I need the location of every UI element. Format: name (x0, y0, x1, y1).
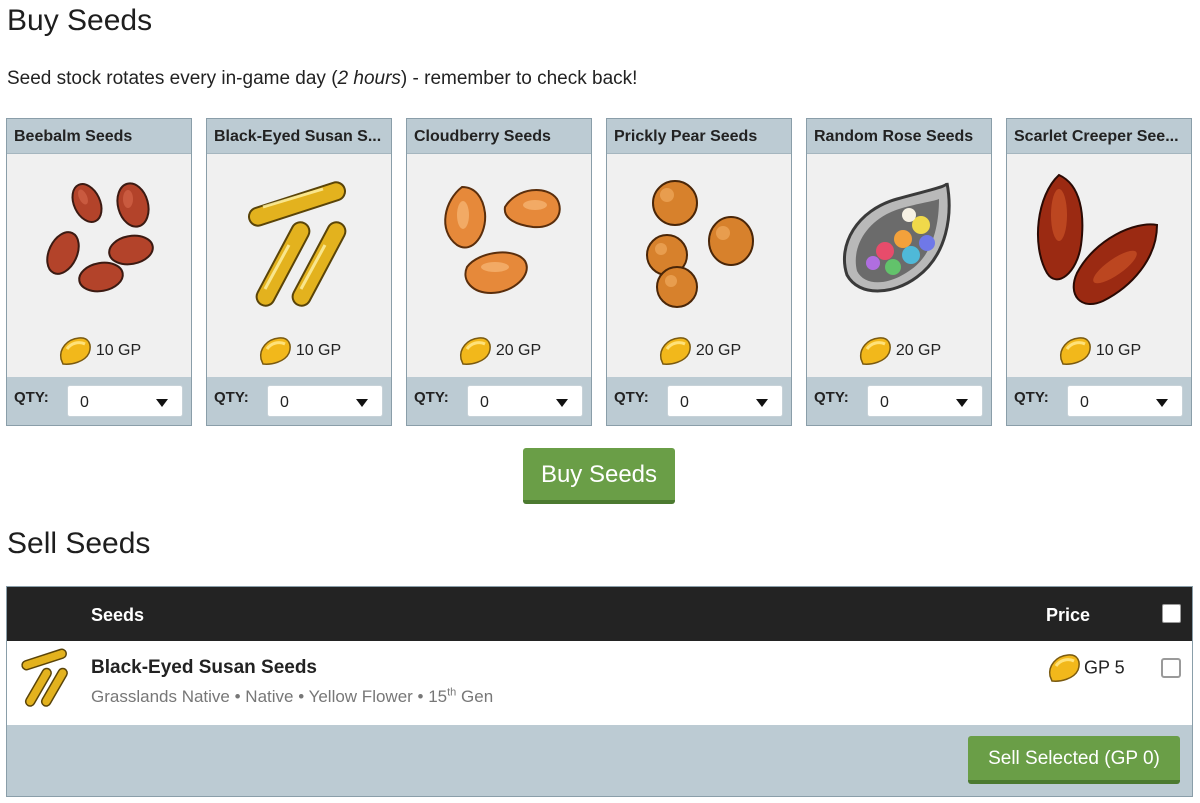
quantity-select-cloudberry[interactable]: 0 (467, 385, 583, 417)
seed-name: Black-Eyed Susan Seeds (91, 657, 317, 678)
seed-card-random-rose: Random Rose Seeds 20 GP QTY: 0 (806, 118, 992, 426)
dropdown-arrow-icon (956, 399, 968, 407)
quantity-select-prickly-pear[interactable]: 0 (667, 385, 783, 417)
gold-coin-icon (1048, 654, 1080, 682)
table-footer: Sell Selected (GP 0) (7, 725, 1192, 796)
seed-cards-row: Beebalm Seeds 10 GP QTY: 0 Black-Eyed Su… (6, 118, 1194, 426)
quantity-label: QTY: (214, 389, 249, 406)
gold-coin-icon (59, 337, 91, 365)
seed-card-price: 10 GP (207, 335, 391, 377)
seed-card-price: 10 GP (7, 335, 191, 377)
dropdown-arrow-icon (156, 399, 168, 407)
buy-seeds-button[interactable]: Buy Seeds (523, 448, 675, 504)
black-eyed-susan-seeds-icon (207, 155, 391, 335)
cloudberry-seeds-icon (407, 155, 591, 335)
gold-coin-icon (1059, 337, 1091, 365)
seed-card-black-eyed-susan: Black-Eyed Susan S... 10 GP QTY: 0 (206, 118, 392, 426)
black-eyed-susan-seeds-icon (15, 645, 75, 716)
seed-card-cloudberry: Cloudberry Seeds 20 GP QTY: 0 (406, 118, 592, 426)
quantity-row: QTY: 0 (207, 377, 391, 425)
quantity-label: QTY: (614, 389, 649, 406)
seed-card-price: 10 GP (1007, 335, 1191, 377)
seed-sell-price: GP 5 (1046, 651, 1125, 685)
seed-card-scarlet-creeper: Scarlet Creeper See... 10 GP QTY: 0 (1006, 118, 1192, 426)
dropdown-arrow-icon (356, 399, 368, 407)
dropdown-arrow-icon (1156, 399, 1168, 407)
gold-coin-icon (659, 337, 691, 365)
seed-card-title: Cloudberry Seeds (407, 119, 591, 154)
seed-card-title: Black-Eyed Susan S... (207, 119, 391, 154)
seed-card-price: 20 GP (807, 335, 991, 377)
sell-seeds-table: Seeds Price Black-Eyed Susan Seeds Grass… (6, 586, 1193, 797)
seed-details: Grasslands Native • Native • Yellow Flow… (91, 686, 494, 706)
table-header: Seeds Price (7, 587, 1192, 641)
quantity-row: QTY: 0 (407, 377, 591, 425)
sell-selected-button[interactable]: Sell Selected (GP 0) (968, 736, 1180, 784)
table-row: Black-Eyed Susan Seeds Grasslands Native… (7, 641, 1192, 725)
seed-card-title: Random Rose Seeds (807, 119, 991, 154)
rotation-duration: 2 hours (337, 68, 401, 89)
random-rose-seeds-icon (807, 155, 991, 335)
scarlet-creeper-seeds-icon (1007, 155, 1191, 335)
seed-card-prickly-pear: Prickly Pear Seeds 20 GP QTY: 0 (606, 118, 792, 426)
buy-seeds-heading: Buy Seeds (7, 4, 153, 37)
quantity-label: QTY: (1014, 389, 1049, 406)
gold-coin-icon (859, 337, 891, 365)
quantity-select-beebalm[interactable]: 0 (67, 385, 183, 417)
quantity-row: QTY: 0 (807, 377, 991, 425)
seed-shop-page: Buy Seeds Seed stock rotates every in-ga… (0, 0, 1200, 803)
stock-rotation-note: Seed stock rotates every in-game day (2 … (7, 68, 638, 89)
beebalm-seeds-icon (7, 155, 191, 335)
dropdown-arrow-icon (756, 399, 768, 407)
column-header-seeds: Seeds (91, 605, 145, 625)
seed-card-title: Prickly Pear Seeds (607, 119, 791, 154)
quantity-label: QTY: (14, 389, 49, 406)
quantity-label: QTY: (414, 389, 449, 406)
sell-seeds-heading: Sell Seeds (7, 527, 151, 560)
quantity-row: QTY: 0 (7, 377, 191, 425)
quantity-row: QTY: 0 (607, 377, 791, 425)
gold-coin-icon (459, 337, 491, 365)
quantity-select-scarlet-creeper[interactable]: 0 (1067, 385, 1183, 417)
quantity-select-black-eyed-susan[interactable]: 0 (267, 385, 383, 417)
gold-coin-icon (259, 337, 291, 365)
seed-card-price: 20 GP (407, 335, 591, 377)
seed-card-title: Scarlet Creeper See... (1007, 119, 1191, 154)
column-header-price: Price (1046, 605, 1091, 625)
row-select-checkbox[interactable] (1161, 658, 1181, 678)
dropdown-arrow-icon (556, 399, 568, 407)
seed-card-title: Beebalm Seeds (7, 119, 191, 154)
seed-card-price: 20 GP (607, 335, 791, 377)
quantity-row: QTY: 0 (1007, 377, 1191, 425)
quantity-select-random-rose[interactable]: 0 (867, 385, 983, 417)
prickly-pear-seeds-icon (607, 155, 791, 335)
select-all-checkbox[interactable] (1162, 604, 1181, 623)
seed-card-beebalm: Beebalm Seeds 10 GP QTY: 0 (6, 118, 192, 426)
quantity-label: QTY: (814, 389, 849, 406)
